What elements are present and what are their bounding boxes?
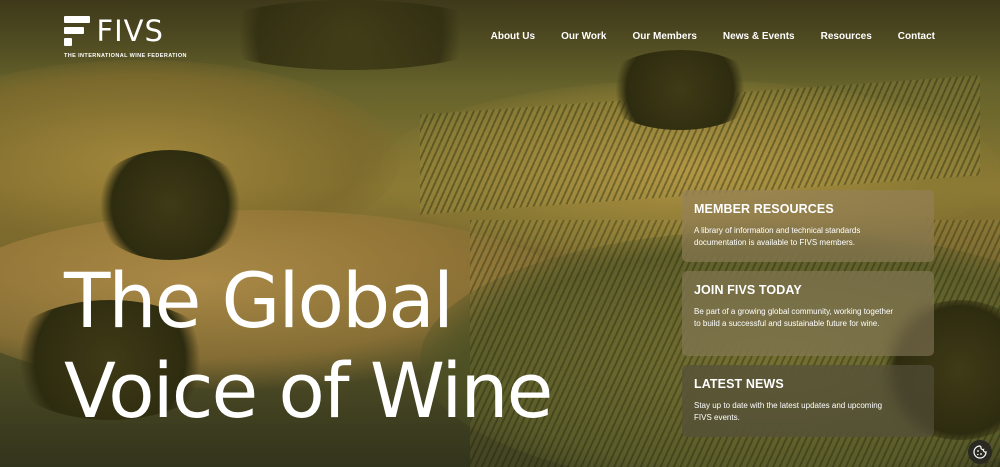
nav-news-events[interactable]: News & Events xyxy=(723,31,795,42)
nav-resources[interactable]: Resources xyxy=(821,31,872,42)
nav-about-us[interactable]: About Us xyxy=(491,31,535,42)
card-title: MEMBER RESOURCES xyxy=(694,202,834,216)
card-member-resources[interactable]: MEMBER RESOURCES A library of informatio… xyxy=(682,190,934,262)
nav-our-members[interactable]: Our Members xyxy=(632,31,696,42)
headline-line-1: The Global xyxy=(64,256,454,345)
cookie-icon xyxy=(973,445,987,459)
cookie-settings-button[interactable] xyxy=(968,440,992,464)
card-description: Be part of a growing global community, w… xyxy=(694,307,894,328)
card-description: A library of information and technical s… xyxy=(694,226,861,247)
tree-cluster xyxy=(200,0,500,70)
nav-our-work[interactable]: Our Work xyxy=(561,31,606,42)
card-title: LATEST NEWS xyxy=(694,377,784,391)
hero-section: FIVS THE INTERNATIONAL WINE FEDERATION A… xyxy=(0,0,1000,467)
card-title: JOIN FIVS TODAY xyxy=(694,283,802,297)
headline-line-2: Voice of Wine xyxy=(64,346,553,435)
card-latest-news[interactable]: LATEST NEWS Stay up to date with the lat… xyxy=(682,365,934,437)
hero-headline: The Global Voice of Wine xyxy=(64,256,553,436)
tree-cluster xyxy=(600,50,760,130)
card-join-fivs[interactable]: JOIN FIVS TODAY Be part of a growing glo… xyxy=(682,271,934,356)
fivs-logo-icon xyxy=(64,16,90,46)
logo-wordmark: FIVS xyxy=(96,14,164,48)
site-logo[interactable]: FIVS THE INTERNATIONAL WINE FEDERATION xyxy=(64,16,187,59)
tree-cluster xyxy=(90,150,250,260)
nav-contact[interactable]: Contact xyxy=(898,31,935,42)
logo-tagline: THE INTERNATIONAL WINE FEDERATION xyxy=(64,53,187,59)
card-description: Stay up to date with the latest updates … xyxy=(694,401,883,422)
main-navigation: About Us Our Work Our Members News & Eve… xyxy=(465,31,935,42)
